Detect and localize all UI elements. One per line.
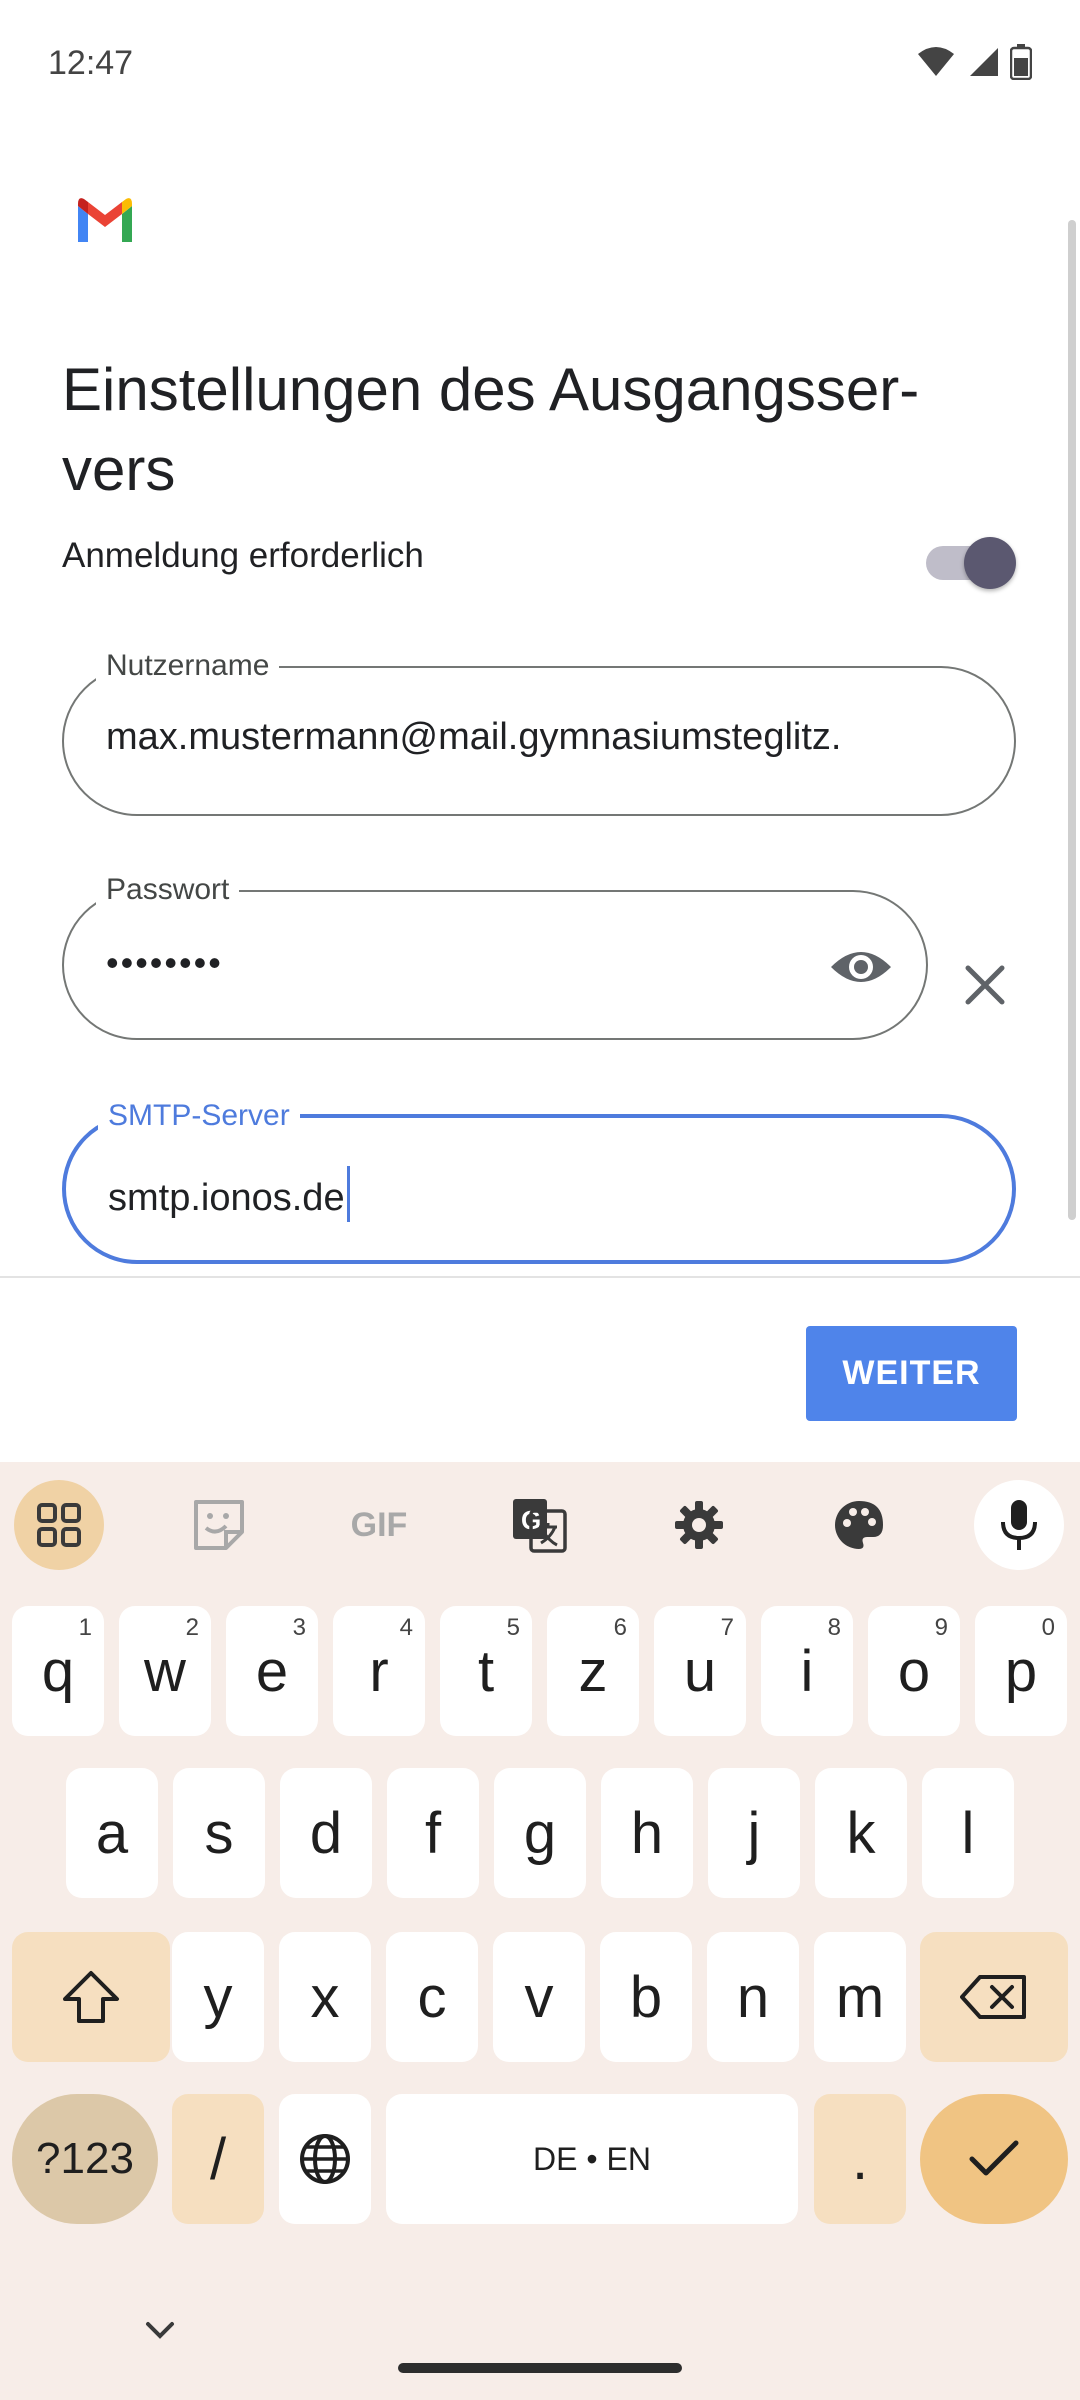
key-label: r	[369, 1638, 389, 1704]
key-b[interactable]: b	[600, 1932, 692, 2062]
password-field[interactable]: Passwort ••••••••	[62, 870, 928, 1040]
symbols-key[interactable]: ?123	[12, 2094, 158, 2224]
key-c[interactable]: c	[386, 1932, 478, 2062]
scrollbar[interactable]	[1068, 220, 1076, 1220]
key-number-hint: 3	[292, 1614, 306, 1641]
username-value: max.mustermann@mail.gymnasiumsteglitz.	[106, 716, 842, 758]
status-time: 12:47	[48, 44, 134, 82]
key-label: i	[800, 1638, 814, 1704]
key-d[interactable]: d	[280, 1768, 372, 1898]
key-o[interactable]: o9	[868, 1606, 960, 1736]
collapse-keyboard-icon[interactable]	[140, 2310, 180, 2350]
smtp-server-text: smtp.ionos.de	[108, 1177, 345, 1219]
key-m[interactable]: m	[814, 1932, 906, 2062]
key-k[interactable]: k	[815, 1768, 907, 1898]
home-indicator[interactable]	[398, 2363, 682, 2373]
shift-key[interactable]	[12, 1932, 170, 2062]
key-n[interactable]: n	[707, 1932, 799, 2062]
language-key[interactable]	[279, 2094, 371, 2224]
palette-icon[interactable]	[814, 1480, 904, 1570]
sticker-icon[interactable]	[174, 1480, 264, 1570]
key-label: w	[144, 1638, 186, 1704]
login-required-label: Anmeldung erforderlich	[62, 536, 424, 575]
username-label: Nutzername	[96, 646, 280, 686]
settings-icon[interactable]	[654, 1480, 744, 1570]
gif-icon[interactable]: GIF	[334, 1480, 424, 1570]
text-cursor	[346, 1166, 350, 1222]
key-v[interactable]: v	[493, 1932, 585, 2062]
key-a[interactable]: a	[66, 1768, 158, 1898]
key-g[interactable]: g	[494, 1768, 586, 1898]
password-label: Passwort	[96, 870, 240, 910]
space-key[interactable]: DE • EN	[386, 2094, 798, 2224]
key-label: t	[477, 1638, 495, 1704]
key-label: u	[683, 1638, 717, 1704]
key-f[interactable]: f	[387, 1768, 479, 1898]
key-number-hint: 6	[613, 1614, 627, 1641]
username-field[interactable]: Nutzername max.mustermann@mail.gymnasium…	[62, 646, 1016, 816]
key-z[interactable]: z6	[547, 1606, 639, 1736]
key-label: e	[255, 1638, 289, 1704]
key-s[interactable]: s	[173, 1768, 265, 1898]
gmail-logo	[78, 198, 132, 242]
key-number-hint: 9	[934, 1614, 948, 1641]
key-x[interactable]: x	[279, 1932, 371, 2062]
key-label: o	[897, 1638, 931, 1704]
smtp-server-label: SMTP-Server	[98, 1096, 300, 1136]
key-u[interactable]: u7	[654, 1606, 746, 1736]
key-number-hint: 4	[399, 1614, 413, 1641]
key-e[interactable]: e3	[226, 1606, 318, 1736]
key-h[interactable]: h	[601, 1768, 693, 1898]
login-required-row[interactable]: Anmeldung erforderlich	[62, 530, 1016, 590]
key-y[interactable]: y	[172, 1932, 264, 2062]
key-number-hint: 0	[1041, 1614, 1055, 1641]
key-number-hint: 5	[506, 1614, 520, 1641]
translate-icon[interactable]: G	[494, 1480, 584, 1570]
enter-key[interactable]	[920, 2094, 1068, 2224]
divider	[0, 1276, 1080, 1278]
toggle-thumb	[964, 537, 1016, 589]
key-label: z	[578, 1638, 608, 1704]
key-number-hint: 1	[78, 1614, 92, 1641]
page-title-line1: Einstellungen des Ausgangsser-	[62, 356, 920, 424]
mic-icon[interactable]	[974, 1480, 1064, 1570]
signal-icon	[970, 48, 998, 76]
password-value: ••••••••	[106, 942, 223, 983]
key-w[interactable]: w2	[119, 1606, 211, 1736]
key-t[interactable]: t5	[440, 1606, 532, 1736]
slash-key[interactable]: /	[172, 2094, 264, 2224]
key-r[interactable]: r4	[333, 1606, 425, 1736]
keyboard-toolbar: GIF G	[0, 1480, 1080, 1570]
keyboard: GIF G	[0, 1462, 1080, 2400]
apps-icon[interactable]	[14, 1480, 104, 1570]
key-number-hint: 2	[185, 1614, 199, 1641]
key-label: p	[1004, 1638, 1038, 1704]
login-required-toggle[interactable]	[922, 534, 1016, 589]
battery-icon	[1010, 44, 1032, 80]
page-title: Einstellungen des Ausgangsser- vers	[62, 350, 992, 510]
key-j[interactable]: j	[708, 1768, 800, 1898]
wifi-icon	[918, 47, 954, 76]
key-label: q	[41, 1638, 75, 1704]
status-bar: 12:47	[0, 0, 1080, 130]
key-number-hint: 7	[720, 1614, 734, 1641]
key-l[interactable]: l	[922, 1768, 1014, 1898]
clear-password-icon[interactable]	[950, 950, 1020, 1020]
show-password-icon[interactable]	[826, 932, 896, 1002]
smtp-server-field[interactable]: SMTP-Server smtp.ionos.de	[62, 1096, 1016, 1264]
key-number-hint: 8	[827, 1614, 841, 1641]
smtp-server-value: smtp.ionos.de	[108, 1166, 350, 1222]
status-icons	[916, 44, 1032, 80]
key-q[interactable]: q1	[12, 1606, 104, 1736]
period-key[interactable]: .	[814, 2094, 906, 2224]
next-button[interactable]: WEITER	[806, 1326, 1017, 1421]
key-p[interactable]: p0	[975, 1606, 1067, 1736]
backspace-key[interactable]	[920, 1932, 1068, 2062]
page-title-line2: vers	[62, 436, 176, 504]
key-i[interactable]: i8	[761, 1606, 853, 1736]
